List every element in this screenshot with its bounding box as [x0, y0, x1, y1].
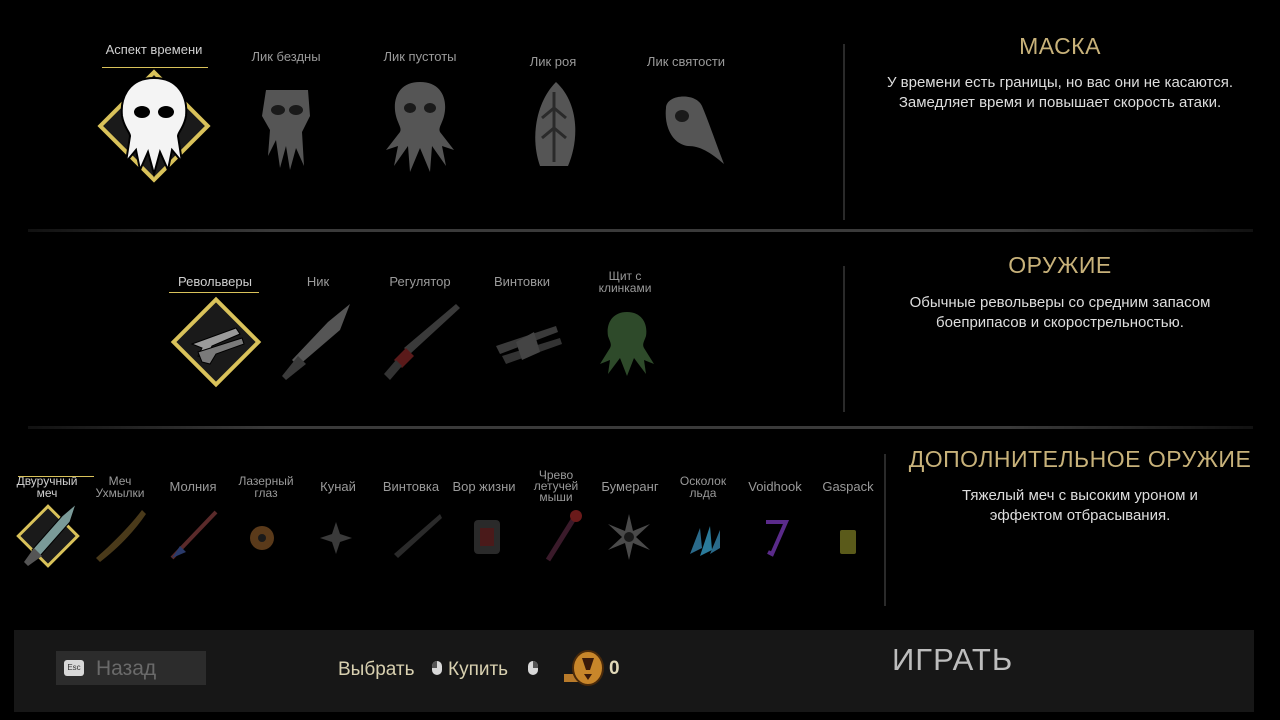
weapon-label-regulator: Регулятор	[389, 274, 451, 289]
eye-orb-icon	[250, 526, 274, 550]
secondary-label-rifle: Винтовка	[382, 479, 440, 494]
bat-staff-icon	[545, 510, 582, 562]
section-divider	[28, 229, 1253, 232]
octopus-shield-icon	[600, 312, 654, 376]
mask-label-swarm: Лик роя	[529, 54, 577, 69]
buy-label: Купить	[448, 659, 509, 680]
abyss-mask-icon	[262, 90, 310, 170]
mask-slot-swarm[interactable]	[518, 78, 588, 174]
secondary-slot-grin-sword[interactable]	[90, 506, 148, 564]
mask-divider	[843, 44, 845, 220]
rifles-icon	[496, 326, 562, 364]
curved-sword-icon	[96, 510, 146, 562]
gas-canister-icon	[840, 530, 856, 554]
mask-label-time-aspect: Аспект времени	[105, 42, 203, 57]
mouse-right-icon	[528, 661, 538, 675]
weapon-divider	[843, 266, 845, 412]
greatsword-icon	[16, 502, 80, 568]
mask-description-line-2: Замедляет время и повышает скорость атак…	[898, 94, 1222, 111]
weapon-slot-revolvers[interactable]	[166, 292, 266, 392]
lightning-spear-icon	[170, 510, 218, 560]
secondary-label-bat-belly-line-3: мыши	[539, 490, 573, 504]
weapon-slot-rifles[interactable]	[486, 302, 566, 380]
currency-icon	[562, 648, 606, 688]
mask-title: МАСКА	[1019, 33, 1101, 59]
rifle-icon	[394, 514, 442, 558]
hook-icon	[766, 520, 790, 557]
back-button[interactable]: Esc Назад	[56, 651, 206, 685]
boomerang-icon	[608, 514, 650, 560]
plague-doctor-mask-icon	[665, 96, 724, 164]
weapon-slot-bladed-shield[interactable]	[594, 306, 660, 378]
secondary-description-line-2: эффектом отбрасывания.	[989, 507, 1171, 524]
secondary-slot-voidhook[interactable]	[758, 514, 794, 560]
weapon-description-line-1: Обычные револьверы со средним запасом	[909, 294, 1211, 311]
mask-slot-time-aspect[interactable]	[94, 66, 214, 186]
secondary-label-life-thief: Вор жизни	[452, 479, 516, 494]
play-label: ИГРАТЬ	[892, 642, 1014, 677]
secondary-title: ДОПОЛНИТЕЛЬНОЕ ОРУЖИЕ	[908, 446, 1252, 472]
secondary-label-greatsword-line-2: меч	[36, 486, 58, 500]
secondary-description-line-1: Тяжелый меч с высоким уроном и	[962, 487, 1198, 504]
ice-shard-icon	[690, 526, 720, 556]
secondary-slot-ice-shard[interactable]	[682, 518, 726, 558]
secondary-slot-rifle[interactable]	[388, 510, 444, 562]
secondary-label-lightning: Молния	[169, 479, 217, 494]
weapon-label-revolvers: Револьверы	[178, 274, 252, 289]
secondary-slot-kunai[interactable]	[316, 518, 356, 558]
weapon-label-rifles: Винтовки	[493, 274, 550, 289]
secondary-divider	[884, 454, 886, 606]
secondary-label-grin-sword-line-2: Ухмылки	[95, 486, 145, 500]
secondary-slot-laser-eye[interactable]	[244, 520, 280, 556]
secondary-label-voidhook: Voidhook	[748, 479, 802, 494]
secondary-label-boomerang: Бумеранг	[601, 479, 659, 494]
mask-label-void: Лик пустоты	[383, 49, 457, 64]
weapon-label-bladed-shield-line-2: клинками	[598, 281, 652, 295]
weapon-description-line-2: боеприпасов и скорострельностью.	[936, 314, 1184, 331]
secondary-label-kunai: Кунай	[320, 479, 356, 494]
leaf-mask-icon	[535, 82, 576, 166]
kunai-icon	[320, 522, 352, 554]
weapon-slot-regulator[interactable]	[380, 298, 464, 386]
section-divider	[28, 426, 1253, 429]
mask-label-holiness: Лик святости	[646, 54, 726, 69]
secondary-slot-bat-belly[interactable]	[538, 506, 590, 566]
weapon-label-nick: Ник	[306, 274, 330, 289]
secondary-slot-life-thief[interactable]	[464, 510, 510, 562]
mask-slot-void[interactable]	[380, 76, 460, 176]
chainsaw-icon	[384, 304, 460, 380]
secondary-slot-lightning[interactable]	[164, 506, 222, 564]
sword-icon	[282, 304, 350, 380]
mouse-left-icon	[432, 661, 442, 675]
esc-key-icon: Esc	[64, 660, 84, 676]
secondary-slot-boomerang[interactable]	[604, 512, 654, 562]
octopus-mask-icon	[97, 69, 211, 183]
back-label: Назад	[96, 657, 157, 680]
octopus-void-icon	[386, 82, 454, 172]
mask-slot-holiness[interactable]	[656, 90, 730, 170]
currency-value: 0	[609, 658, 620, 679]
mask-label-abyss: Лик бездны	[251, 49, 321, 64]
secondary-slot-gaspack[interactable]	[834, 524, 862, 558]
weapon-title: ОРУЖИЕ	[1008, 252, 1112, 278]
revolver-icon	[170, 296, 262, 388]
secondary-label-ice-shard-line-2: льда	[689, 486, 717, 500]
play-button[interactable]: ИГРАТЬ	[880, 640, 1030, 684]
weapon-slot-nick[interactable]	[278, 300, 358, 384]
mask-description-line-1: У времени есть границы, но вас они не ка…	[886, 74, 1234, 91]
mask-slot-abyss[interactable]	[252, 76, 322, 176]
life-thief-icon	[474, 520, 500, 554]
secondary-label-laser-eye-line-2: глаз	[254, 486, 278, 500]
select-label: Выбрать	[338, 659, 415, 680]
secondary-slot-greatsword[interactable]	[12, 500, 84, 572]
